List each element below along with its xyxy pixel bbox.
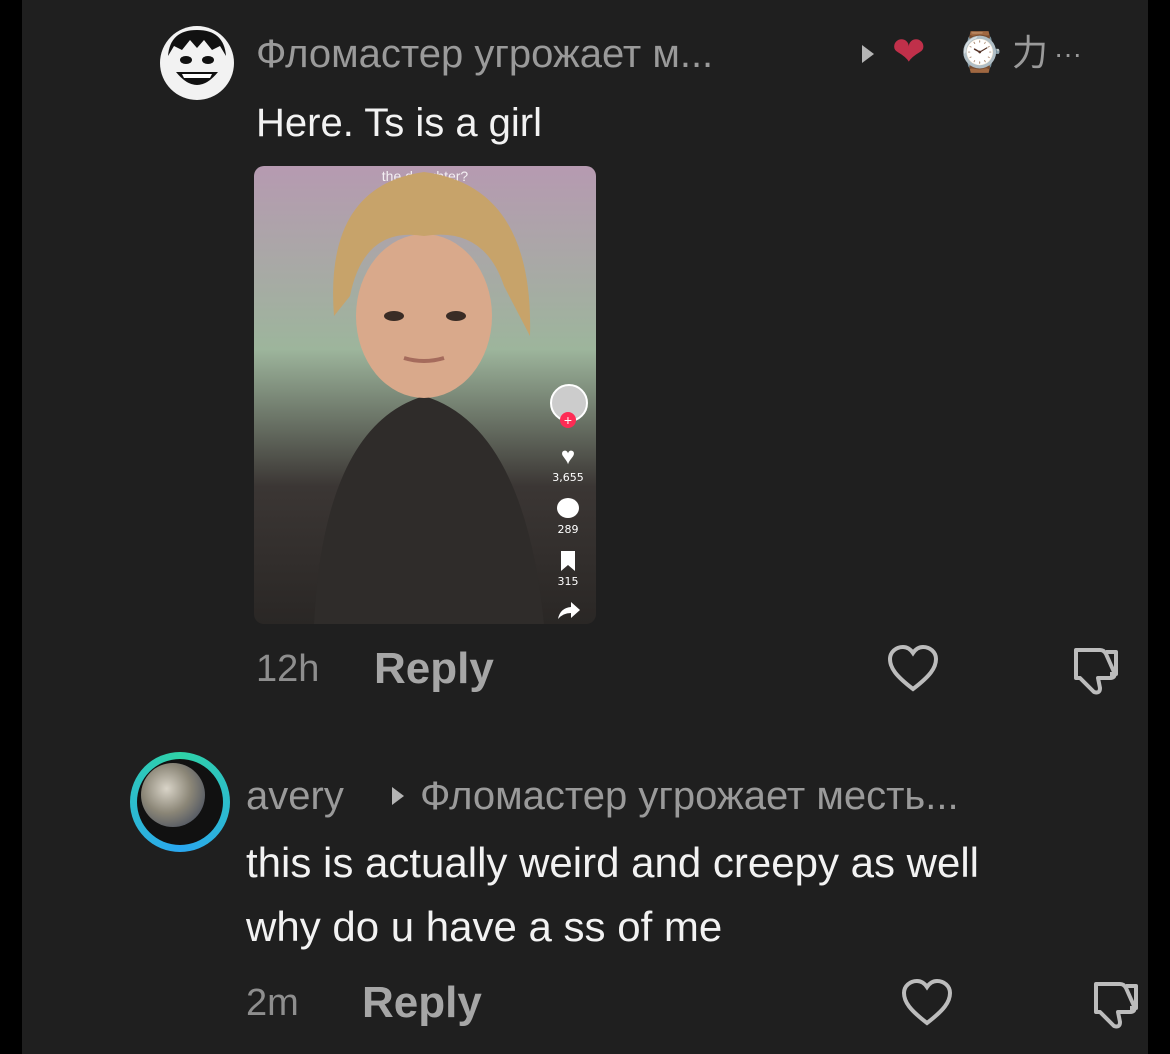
avatar-story-ring[interactable] — [130, 752, 230, 852]
comment-author[interactable]: avery — [246, 772, 344, 820]
comment-bubble-icon[interactable] — [557, 498, 579, 518]
arrow-right-icon — [392, 787, 404, 805]
reply-button[interactable]: Reply — [362, 978, 482, 1028]
share-arrow-icon[interactable] — [557, 600, 581, 620]
reply-to-author[interactable]: Фломастер угрожает месть... — [420, 772, 959, 820]
avatar — [141, 763, 205, 827]
like-count: 3,655 — [552, 471, 584, 484]
reply-button[interactable]: Reply — [374, 644, 494, 694]
watch-emoji-icon: ⌚ — [956, 30, 1004, 74]
video-person-image — [314, 172, 544, 624]
comment-time: 12h — [256, 648, 320, 690]
heart-emoji-icon: ❤ — [892, 30, 926, 74]
comment-count: 289 — [557, 523, 579, 536]
comment-text-line-2: why do u have a ss of me — [246, 903, 723, 950]
arrow-right-icon — [862, 45, 874, 63]
badge-kanji: 力 — [1012, 33, 1049, 74]
avatar[interactable] — [160, 26, 234, 100]
comment-time: 2m — [246, 982, 299, 1024]
comment-text: Here. Ts is a girl — [256, 101, 543, 145]
video-thumbnail[interactable]: the daughter? + ♥ 3,655 289 315 — [254, 166, 596, 624]
bookmark-icon[interactable] — [559, 550, 577, 572]
comment-author[interactable]: Фломастер угрожает м... — [256, 30, 713, 78]
face-icon — [168, 30, 226, 85]
comment-text-line-1: this is actually weird and creepy as wel… — [246, 839, 979, 886]
badge-ellipsis: ··· — [1054, 38, 1082, 69]
like-heart-icon[interactable] — [886, 644, 940, 694]
like-heart-icon[interactable]: ♥ — [548, 444, 588, 470]
follow-plus-icon[interactable]: + — [560, 412, 576, 428]
dislike-icon[interactable] — [1086, 976, 1144, 1030]
save-count: 315 — [557, 575, 579, 588]
like-heart-icon[interactable] — [900, 978, 954, 1028]
dislike-icon[interactable] — [1066, 642, 1124, 696]
